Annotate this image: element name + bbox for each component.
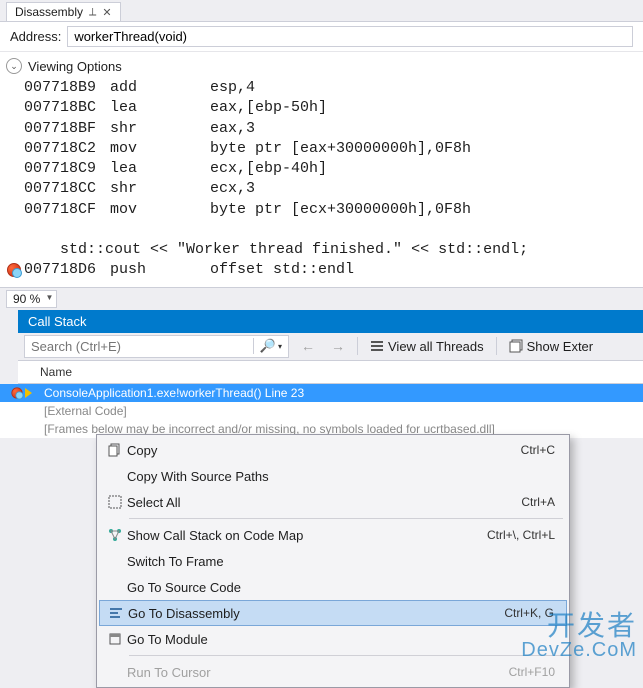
chevron-down-icon: ▼ [45, 293, 53, 302]
separator [496, 337, 497, 355]
menu-item-go-to-module[interactable]: Go To Module [99, 626, 567, 652]
menu-item-show-call-stack-on-code-map[interactable]: Show Call Stack on Code MapCtrl+\, Ctrl+… [99, 522, 567, 548]
callstack-column-header[interactable]: Name [18, 361, 643, 384]
search-icon[interactable]: 🔎▾ [253, 338, 288, 354]
callstack-titlebar: Call Stack [18, 310, 643, 333]
address-input[interactable] [67, 26, 633, 47]
disassembly-tab[interactable]: Disassembly ⟂ ✕ [6, 2, 121, 21]
threads-icon [370, 339, 384, 353]
callstack-title: Call Stack [28, 314, 87, 329]
separator [357, 337, 358, 355]
copy-icon [103, 443, 127, 457]
menu-separator [129, 655, 563, 656]
callstack-row[interactable]: ConsoleApplication1.exe!workerThread() L… [0, 384, 643, 402]
disasm-row[interactable]: 007718BCleaeax,[ebp-50h] [4, 98, 639, 118]
module-icon [103, 632, 127, 646]
show-external-button[interactable]: Show Exter [505, 337, 597, 356]
disasm-row-current[interactable]: 007718D6pushoffset std::endl [4, 260, 639, 280]
menu-item-copy[interactable]: CopyCtrl+C [99, 437, 567, 463]
zoom-combo[interactable]: 90 % ▼ [6, 290, 57, 308]
disasm-row[interactable]: 007718CCshrecx,3 [4, 179, 639, 199]
close-icon[interactable]: ✕ [102, 6, 111, 19]
disasm-row[interactable]: 007718C9leaecx,[ebp-40h] [4, 159, 639, 179]
chevron-down-icon: ⌄ [6, 58, 22, 74]
view-all-threads-button[interactable]: View all Threads [366, 337, 488, 356]
zoom-bar: 90 % ▼ [0, 287, 643, 310]
callstack-row[interactable]: [External Code] [0, 402, 643, 420]
current-frame-icon [25, 388, 32, 398]
disasm-row[interactable]: 007718C2movbyte ptr [eax+30000000h],0F8h [4, 139, 639, 159]
callstack-search[interactable]: 🔎▾ [24, 335, 289, 358]
menu-item-switch-to-frame[interactable]: Switch To Frame [99, 548, 567, 574]
address-label: Address: [10, 29, 61, 44]
nav-back-icon[interactable]: ← [297, 338, 319, 354]
disasm-source-line: std::cout << "Worker thread finished." <… [4, 240, 639, 260]
address-bar: Address: [0, 22, 643, 52]
menu-separator [129, 518, 563, 519]
viewing-options-label: Viewing Options [28, 59, 122, 74]
stack-icon [509, 339, 523, 353]
search-input[interactable] [25, 336, 253, 357]
disasm-row[interactable]: 007718BFshreax,3 [4, 119, 639, 139]
callstack-toolbar: 🔎▾ ← → View all Threads Show Exter [18, 333, 643, 361]
disasm-icon [104, 606, 128, 620]
menu-item-select-all[interactable]: Select AllCtrl+A [99, 489, 567, 515]
col-name: Name [40, 365, 72, 379]
pin-icon[interactable]: ⟂ [89, 6, 96, 19]
context-menu: CopyCtrl+CCopy With Source PathsSelect A… [96, 434, 570, 688]
menu-item-go-to-source-code[interactable]: Go To Source Code [99, 574, 567, 600]
disassembly-tabbar: Disassembly ⟂ ✕ [0, 0, 643, 22]
breakpoint-icon [11, 387, 22, 398]
disassembly-listing[interactable]: 007718B9addesp,4007718BCleaeax,[ebp-50h]… [0, 76, 643, 287]
callstack-body: ConsoleApplication1.exe!workerThread() L… [0, 384, 643, 438]
tab-title: Disassembly [15, 5, 83, 19]
map-icon [103, 528, 127, 542]
disasm-row[interactable]: 007718CFmovbyte ptr [ecx+30000000h],0F8h [4, 200, 639, 220]
menu-item-run-to-cursor: Run To CursorCtrl+F10 [99, 659, 567, 685]
disasm-row[interactable]: 007718B9addesp,4 [4, 78, 639, 98]
zoom-value: 90 % [13, 292, 40, 306]
breakpoint-icon[interactable] [7, 263, 21, 277]
viewing-options-toggle[interactable]: ⌄ Viewing Options [0, 52, 643, 76]
menu-item-go-to-disassembly[interactable]: Go To DisassemblyCtrl+K, G [99, 600, 567, 626]
menu-item-copy-with-source-paths[interactable]: Copy With Source Paths [99, 463, 567, 489]
select-icon [103, 495, 127, 509]
nav-forward-icon[interactable]: → [327, 338, 349, 354]
